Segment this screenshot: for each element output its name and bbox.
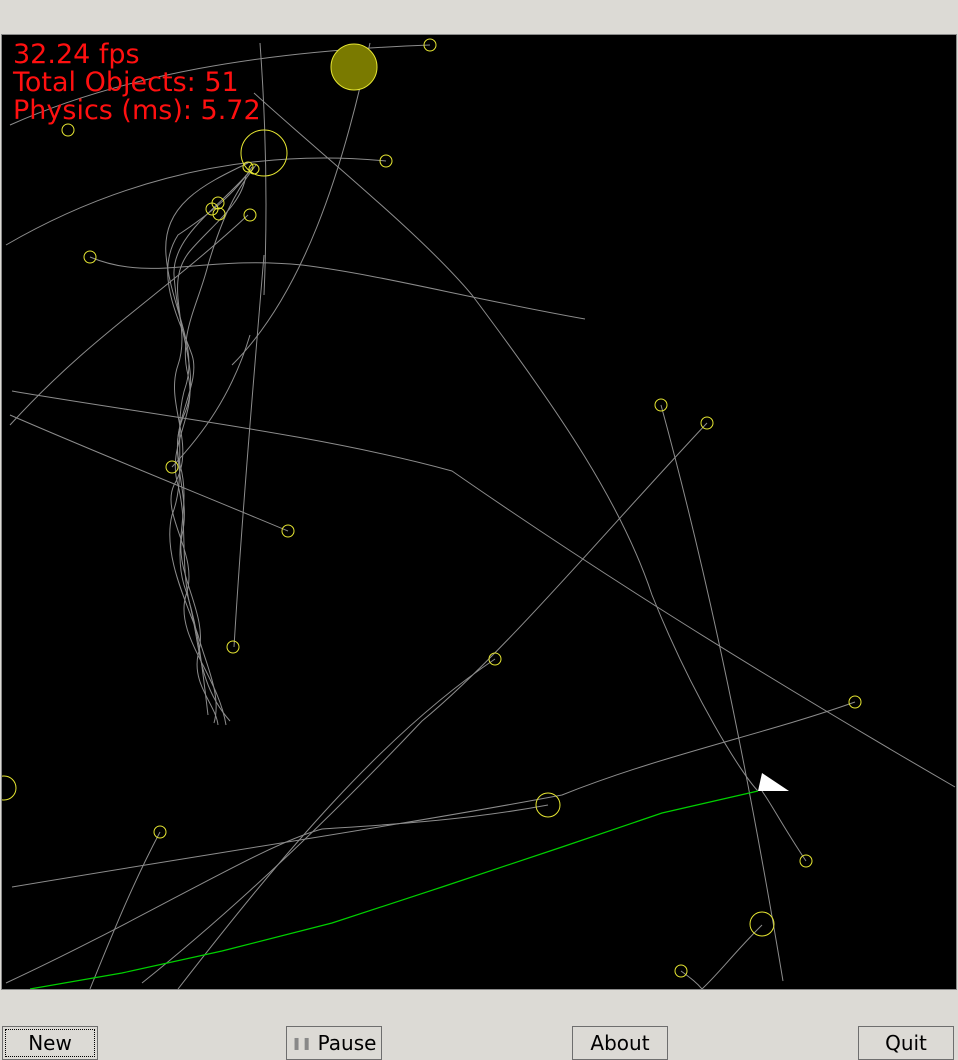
quit-button[interactable]: Quit <box>858 1026 954 1060</box>
orbit-trail <box>231 42 371 366</box>
moon-body <box>243 208 257 222</box>
orbit-trail <box>89 256 586 320</box>
moon-body <box>2 775 17 801</box>
quit-button-label: Quit <box>885 1031 927 1055</box>
orbit-trail <box>680 970 703 989</box>
orbit-trail <box>233 254 265 648</box>
physics-time-readout: Physics (ms): 5.72 <box>13 95 261 126</box>
orbit-trail <box>89 831 161 989</box>
ship-icon[interactable] <box>758 773 789 791</box>
orbit-trail <box>259 42 267 296</box>
orbit-trail <box>5 804 549 984</box>
trails-layer <box>5 42 956 989</box>
orbit-trail <box>11 390 956 788</box>
simulation-svg <box>2 38 956 989</box>
moon-body <box>749 911 775 937</box>
bodies-layer <box>2 38 862 978</box>
simulation-canvas[interactable]: 32.24 fps Total Objects: 51 Physics (ms)… <box>1 34 957 990</box>
orbit-trail <box>141 422 708 984</box>
pause-icon: ❚❚ <box>291 1036 312 1050</box>
orbit-trail <box>9 214 249 426</box>
new-button[interactable]: New <box>2 1026 98 1060</box>
orbit-trail <box>173 170 251 726</box>
orbit-trail <box>5 157 387 246</box>
orbit-trail <box>11 701 856 888</box>
about-button[interactable]: About <box>572 1026 668 1060</box>
new-button-label: New <box>28 1031 72 1055</box>
orbit-trail <box>174 164 257 722</box>
orbit-trail <box>660 404 784 982</box>
total-objects-readout: Total Objects: 51 <box>13 67 239 98</box>
orbit-trail <box>701 924 763 989</box>
about-button-label: About <box>590 1031 650 1055</box>
orbit-trail <box>171 334 251 468</box>
planet-body <box>330 43 378 91</box>
player-trail <box>29 790 759 989</box>
orbit-trail <box>177 658 496 989</box>
fps-readout: 32.24 fps <box>13 39 140 70</box>
orbit-trail <box>761 790 807 862</box>
moon-body <box>240 129 288 177</box>
moon-body <box>226 640 240 654</box>
pause-button-label: Pause <box>317 1031 377 1055</box>
pause-button[interactable]: ❚❚ Pause <box>286 1026 382 1060</box>
orbit-trail <box>253 92 759 792</box>
